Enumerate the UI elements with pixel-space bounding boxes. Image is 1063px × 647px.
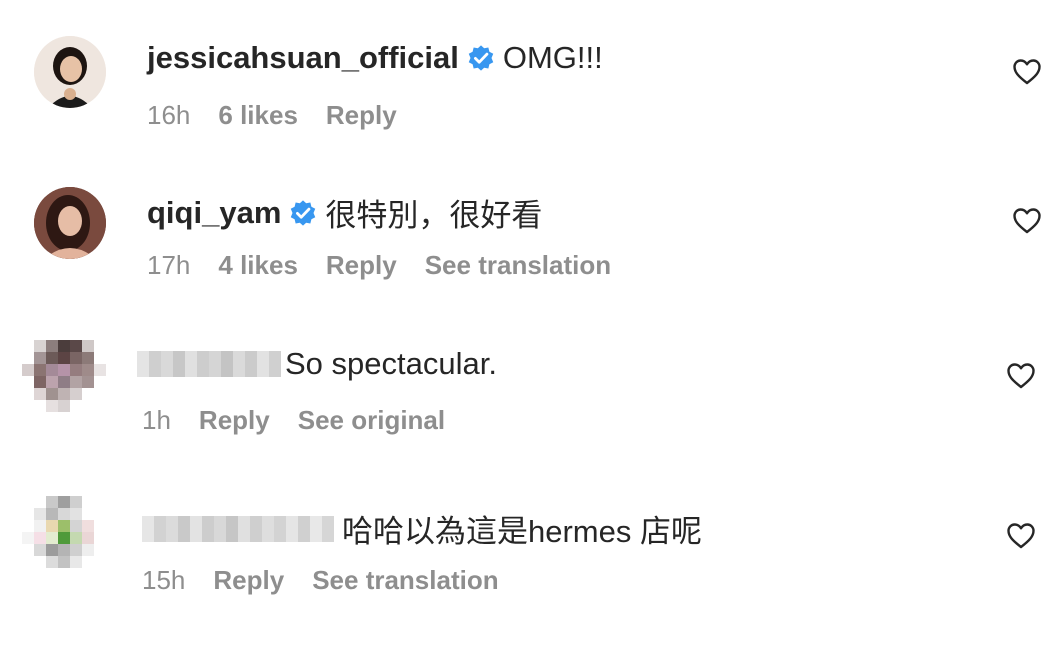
likes-count[interactable]: 4 likes (218, 250, 298, 281)
comment-time[interactable]: 16h (147, 100, 190, 131)
comment-item: So spectacular. 1h Reply See original (0, 300, 1063, 450)
profile-photo-icon (34, 36, 106, 108)
see-original-button[interactable]: See original (298, 405, 445, 436)
username-redacted[interactable] (142, 515, 334, 542)
likes-count[interactable]: 6 likes (218, 100, 298, 131)
comment-time[interactable]: 15h (142, 565, 185, 596)
profile-photo-icon (34, 187, 106, 259)
reply-button[interactable]: Reply (199, 405, 270, 436)
avatar[interactable] (34, 187, 106, 259)
comment-item: jessicahsuan_official OMG!!! 16h 6 likes… (0, 0, 1063, 150)
heart-icon[interactable] (1012, 207, 1042, 235)
comment-item: 哈哈以為這是hermes 店呢 15h Reply See translatio… (0, 460, 1063, 610)
verified-badge-icon (291, 199, 316, 226)
heart-icon[interactable] (1006, 362, 1036, 390)
username[interactable]: qiqi_yam (147, 195, 281, 231)
comment-time[interactable]: 17h (147, 250, 190, 281)
comment-text: 哈哈以為這是hermes 店呢 (342, 514, 702, 549)
comment-time[interactable]: 1h (142, 405, 171, 436)
reply-button[interactable]: Reply (326, 250, 397, 281)
username-redacted[interactable] (137, 351, 281, 377)
reply-button[interactable]: Reply (213, 565, 284, 596)
see-translation-button[interactable]: See translation (312, 565, 498, 596)
comment-text: So spectacular. (285, 346, 497, 381)
heart-icon[interactable] (1012, 58, 1042, 86)
comment-item: qiqi_yam 很特別，很好看 17h 4 likes Reply See t… (0, 150, 1063, 300)
heart-icon[interactable] (1006, 522, 1036, 550)
avatar[interactable] (34, 36, 106, 108)
avatar[interactable] (22, 496, 106, 568)
reply-button[interactable]: Reply (326, 100, 397, 131)
username[interactable]: jessicahsuan_official (147, 40, 459, 76)
comment-text: 很特別，很好看 (325, 198, 543, 233)
see-translation-button[interactable]: See translation (425, 250, 611, 281)
verified-badge-icon (468, 45, 494, 71)
comment-text: OMG!!! (502, 40, 603, 75)
avatar[interactable] (22, 340, 106, 412)
